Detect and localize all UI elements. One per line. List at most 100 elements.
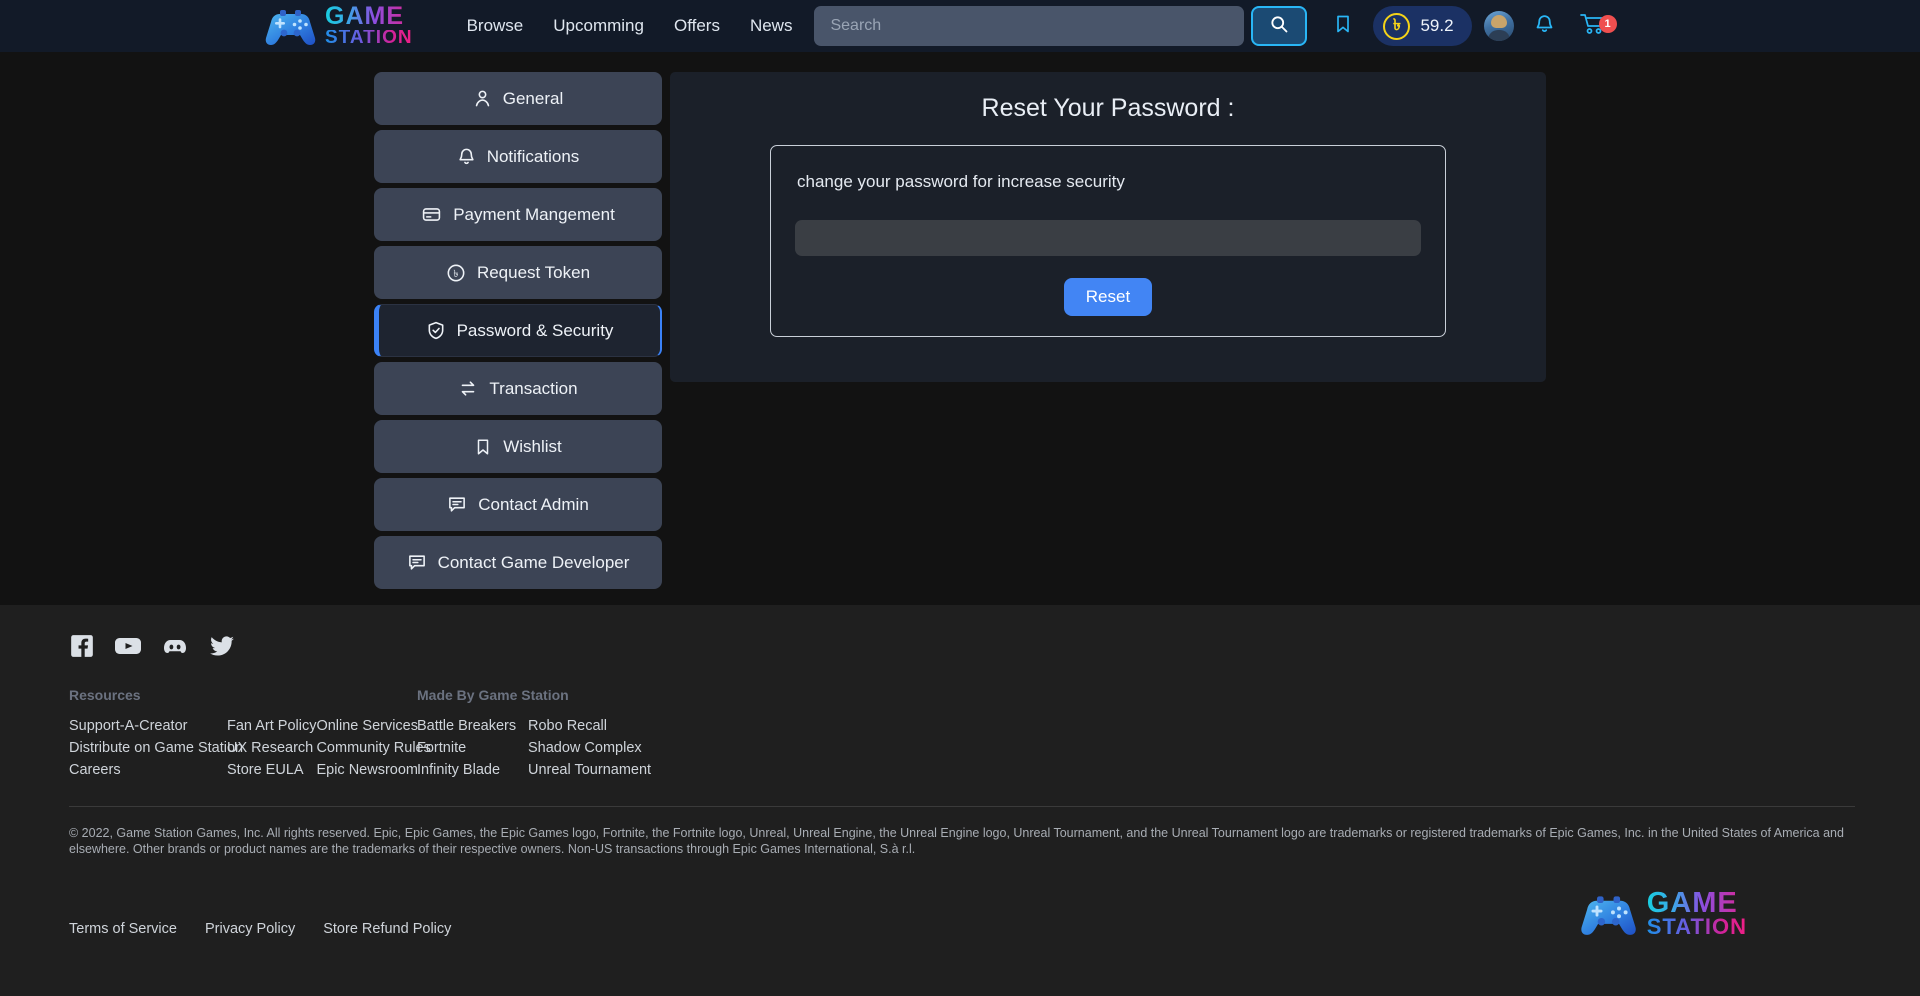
footer-link[interactable]: Battle Breakers xyxy=(417,717,528,736)
sidebar-item-transaction[interactable]: Transaction xyxy=(374,362,662,415)
page-title: Reset Your Password : xyxy=(981,94,1235,122)
chat-icon xyxy=(447,495,467,514)
reset-password-form: change your password for increase securi… xyxy=(770,145,1446,337)
footer-group-made-by-game-station: Made By Game Station Battle Breakers For… xyxy=(417,687,651,780)
footer-column: Online Services Community Rules Epic New… xyxy=(316,717,430,780)
footer-column: Fan Art Policy UX Research Store EULA xyxy=(227,717,316,780)
user-icon xyxy=(473,89,492,108)
discord-icon[interactable] xyxy=(161,633,189,659)
footer-group-heading: Made By Game Station xyxy=(417,687,569,703)
twitter-icon[interactable] xyxy=(208,633,236,659)
reset-button[interactable]: Reset xyxy=(1063,278,1153,316)
footer-link[interactable]: Shadow Complex xyxy=(528,739,651,758)
sidebar-item-contact-game-developer[interactable]: Contact Game Developer xyxy=(374,536,662,589)
user-avatar[interactable] xyxy=(1483,11,1514,41)
new-password-input[interactable] xyxy=(795,220,1421,256)
taka-coin-icon: ৳ xyxy=(446,263,466,283)
sidebar-item-general[interactable]: General xyxy=(374,72,662,125)
wallet-balance[interactable]: ৳ 59.2 xyxy=(1373,6,1472,46)
taka-coin-icon: ৳ xyxy=(1383,12,1411,40)
chat-icon xyxy=(407,553,427,572)
transfer-arrows-icon xyxy=(458,379,478,398)
bookmark-icon xyxy=(1333,12,1353,41)
bell-icon xyxy=(457,147,476,166)
footer-link[interactable]: Fan Art Policy xyxy=(227,717,316,736)
footer-bottom-row: Terms of Service Privacy Policy Store Re… xyxy=(69,889,1855,939)
sidebar-item-label: Request Token xyxy=(476,262,591,282)
site-logo[interactable]: GAME STATION xyxy=(262,4,413,48)
footer-group-heading: Resources xyxy=(69,687,141,703)
footer-link[interactable]: Epic Newsroom xyxy=(316,761,430,780)
nav-link-offers[interactable]: Offers xyxy=(674,16,720,36)
footer-column: Support-A-Creator Distribute on Game Sta… xyxy=(69,717,243,780)
footer-link[interactable]: Distribute on Game Station xyxy=(69,739,243,758)
sidebar-item-wishlist[interactable]: Wishlist xyxy=(374,420,662,473)
game-controller-icon xyxy=(262,6,318,46)
cart-count-badge: 1 xyxy=(1598,15,1617,33)
footer-column: Battle Breakers Fortnite Infinity Blade xyxy=(417,717,528,780)
sidebar-item-label: Notifications xyxy=(486,146,580,166)
bookmark-icon xyxy=(474,437,492,457)
nav-link-upcomming[interactable]: Upcomming xyxy=(553,16,644,36)
footer-link[interactable]: Store EULA xyxy=(227,761,316,780)
logo-text-game: GAME xyxy=(1647,889,1747,918)
nav-link-browse[interactable]: Browse xyxy=(467,16,524,36)
shield-check-icon xyxy=(426,320,446,341)
footer-link[interactable]: Unreal Tournament xyxy=(528,761,651,780)
social-links xyxy=(69,633,1855,659)
footer-link[interactable]: UX Research xyxy=(227,739,316,758)
footer-link[interactable]: Community Rules xyxy=(316,739,430,758)
sidebar-item-contact-admin[interactable]: Contact Admin xyxy=(374,478,662,531)
search-button[interactable] xyxy=(1251,6,1308,46)
footer-link-groups: Resources Support-A-Creator Distribute o… xyxy=(69,687,1855,780)
sidebar-item-label: Contact Game Developer xyxy=(437,552,630,572)
footer-link-terms-of-service[interactable]: Terms of Service xyxy=(69,921,177,937)
credit-card-icon xyxy=(421,205,442,224)
sidebar-item-label: Wishlist xyxy=(503,436,562,456)
nav-link-news[interactable]: News xyxy=(750,16,793,36)
bookmark-button[interactable] xyxy=(1321,6,1365,46)
settings-sidebar: General Notifications Payment Mangement xyxy=(374,72,662,605)
footer-policy-links: Terms of Service Privacy Policy Store Re… xyxy=(69,921,451,937)
logo-text-game: GAME xyxy=(325,4,413,28)
svg-text:৳: ৳ xyxy=(453,269,458,280)
sidebar-item-payment-mangement[interactable]: Payment Mangement xyxy=(374,188,662,241)
game-controller-icon xyxy=(1577,892,1639,936)
facebook-icon[interactable] xyxy=(69,633,95,659)
footer-link-privacy-policy[interactable]: Privacy Policy xyxy=(205,921,295,937)
cart-button[interactable]: 1 xyxy=(1567,6,1619,46)
sidebar-item-label: Payment Mangement xyxy=(453,204,615,224)
sidebar-item-request-token[interactable]: ৳ Request Token xyxy=(374,246,662,299)
footer-column: Robo Recall Shadow Complex Unreal Tourna… xyxy=(528,717,651,780)
reset-password-panel: Reset Your Password : change your passwo… xyxy=(670,72,1546,382)
logo-text-station: STATION xyxy=(325,26,413,48)
sidebar-item-notifications[interactable]: Notifications xyxy=(374,130,662,183)
search-icon xyxy=(1269,14,1289,39)
sidebar-item-label: General xyxy=(502,88,564,108)
youtube-icon[interactable] xyxy=(114,633,142,659)
footer-link-store-refund-policy[interactable]: Store Refund Policy xyxy=(323,921,451,937)
footer-link[interactable]: Fortnite xyxy=(417,739,528,758)
footer-link[interactable]: Robo Recall xyxy=(528,717,651,736)
nav-right-actions: ৳ 59.2 1 xyxy=(1321,6,1618,46)
sidebar-item-label: Transaction xyxy=(489,378,578,398)
legal-text: © 2022, Game Station Games, Inc. All rig… xyxy=(69,826,1844,856)
app-root: GAME STATION Browse Upcomming Offers New… xyxy=(0,0,1920,996)
logo-text-station: STATION xyxy=(1646,913,1747,939)
footer-link[interactable]: Infinity Blade xyxy=(417,761,528,780)
footer-link[interactable]: Support-A-Creator xyxy=(69,717,227,736)
sidebar-item-label: Password & Security xyxy=(456,320,614,340)
footer-group-resources: Resources Support-A-Creator Distribute o… xyxy=(69,687,431,780)
notifications-button[interactable] xyxy=(1523,6,1567,46)
sidebar-item-label: Contact Admin xyxy=(478,494,589,514)
site-footer: Resources Support-A-Creator Distribute o… xyxy=(0,605,1920,996)
footer-link[interactable]: Online Services xyxy=(316,717,430,736)
bell-icon xyxy=(1534,13,1555,40)
primary-nav-links: Browse Upcomming Offers News xyxy=(467,16,793,36)
top-navigation-bar: GAME STATION Browse Upcomming Offers New… xyxy=(0,0,1920,52)
footer-link[interactable]: Careers xyxy=(69,761,227,780)
sidebar-item-password-security[interactable]: Password & Security xyxy=(374,304,662,357)
search-input[interactable] xyxy=(814,6,1245,46)
form-description: change your password for increase securi… xyxy=(797,172,1125,191)
footer-site-logo[interactable]: GAME STATION xyxy=(1577,889,1747,939)
